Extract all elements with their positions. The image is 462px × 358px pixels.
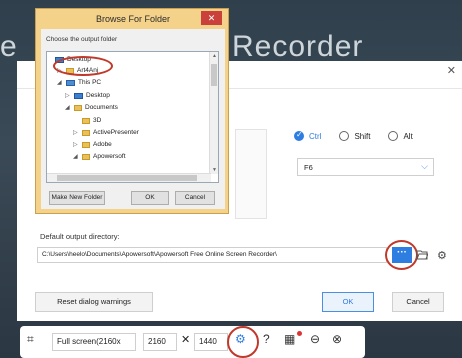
background-title-fragment: e: [0, 30, 17, 63]
modifier-options: Ctrl Shift Alt: [294, 130, 413, 141]
expand-icon[interactable]: ▷: [73, 129, 79, 136]
background-title: Recorder: [232, 30, 364, 63]
capture-mode-select[interactable]: Full screen(2160x: [52, 333, 136, 351]
dialog-prompt: Choose the output folder: [46, 36, 118, 43]
desktop-icon: [74, 92, 83, 99]
horizontal-scrollbar[interactable]: [47, 173, 211, 182]
apps-icon[interactable]: ▦: [284, 332, 295, 346]
tree-item-this-pc[interactable]: ◢ This PC: [57, 79, 101, 86]
collapse-icon[interactable]: ◢: [65, 104, 71, 111]
gear-icon[interactable]: ⚙: [437, 249, 447, 262]
capture-mode-value: Full screen(2160x: [57, 337, 121, 346]
close-icon[interactable]: ⊗: [332, 332, 342, 346]
highlight-ring: [385, 240, 418, 270]
expand-icon[interactable]: ▷: [65, 92, 71, 99]
hotkey-action-list[interactable]: [235, 129, 267, 219]
radio-icon: [388, 131, 399, 141]
tree-item-label: Apowersoft: [93, 153, 126, 160]
make-new-folder-button[interactable]: Make New Folder: [49, 191, 105, 205]
expand-icon[interactable]: ▷: [73, 141, 79, 148]
modifier-shift-label: Shift: [354, 131, 371, 141]
help-icon[interactable]: ?: [263, 332, 270, 346]
scroll-down-icon[interactable]: ▼: [212, 167, 217, 173]
tree-item-adobe[interactable]: ▷ Adobe: [73, 141, 112, 148]
recorder-toolbar: ⌗ Full screen(2160x 2160 ✕ 1440 ⚙ ? ▦ ⊖ …: [20, 326, 365, 358]
tree-item-label: Documents: [85, 104, 118, 111]
radio-icon: [339, 131, 350, 141]
tree-item-label: This PC: [78, 79, 102, 86]
modifier-shift[interactable]: Shift: [339, 131, 370, 141]
highlight-ring: [227, 326, 259, 358]
tree-item-documents[interactable]: ◢ Documents: [65, 104, 118, 111]
tree-item-label: Desktop: [86, 92, 110, 99]
checked-radio-icon: [294, 130, 304, 141]
crosshair-icon[interactable]: ⌗: [27, 332, 34, 347]
folder-icon: [82, 141, 90, 148]
tree-item-label: Adobe: [93, 141, 112, 148]
output-directory-label: Default output directory:: [40, 232, 120, 241]
tree-item-desktop-2[interactable]: ▷ Desktop: [65, 92, 110, 99]
modifier-ctrl[interactable]: Ctrl: [294, 130, 322, 141]
minimize-icon[interactable]: ⊖: [310, 332, 320, 346]
dimension-separator: ✕: [181, 334, 191, 346]
chevron-down-icon: ⌵: [421, 161, 428, 171]
pc-icon: [66, 79, 75, 86]
hotkey-select[interactable]: F6 ⌵: [297, 158, 434, 176]
reset-warnings-button[interactable]: Reset dialog warnings: [35, 292, 153, 312]
open-folder-icon[interactable]: [416, 249, 428, 260]
modifier-alt[interactable]: Alt: [388, 131, 413, 141]
notification-badge: [297, 331, 302, 336]
dialog-close-button[interactable]: ✕: [201, 11, 222, 25]
highlight-ring: [53, 56, 113, 76]
ok-button[interactable]: OK: [322, 292, 374, 312]
scroll-thumb[interactable]: [57, 175, 197, 181]
dialog-cancel-button[interactable]: Cancel: [175, 191, 215, 205]
tree-item-apowersoft[interactable]: ◢ Apowersoft: [73, 153, 126, 160]
close-icon[interactable]: ✕: [447, 64, 456, 77]
cancel-button[interactable]: Cancel: [392, 292, 444, 312]
modifier-ctrl-label: Ctrl: [309, 131, 322, 141]
scroll-thumb[interactable]: [211, 64, 217, 86]
tree-item-label: ActivePresenter: [93, 129, 139, 136]
modifier-alt-label: Alt: [403, 131, 413, 141]
tree-item-label: 3D: [93, 117, 102, 124]
folder-icon: [82, 117, 90, 124]
tree-item-activepresenter[interactable]: ▷ ActivePresenter: [73, 129, 139, 136]
vertical-scrollbar[interactable]: ▲ ▼: [209, 52, 218, 174]
hotkey-value: F6: [304, 162, 313, 172]
tree-item-3d[interactable]: 3D: [73, 117, 101, 124]
folder-icon: [74, 104, 82, 111]
collapse-icon[interactable]: ◢: [57, 79, 63, 86]
dialog-ok-button[interactable]: OK: [131, 191, 169, 205]
height-field[interactable]: 1440: [194, 333, 228, 351]
collapse-icon[interactable]: ◢: [73, 153, 79, 160]
folder-icon: [82, 153, 90, 160]
folder-icon: [82, 129, 90, 136]
width-field[interactable]: 2160: [143, 333, 177, 351]
browse-folder-dialog: Browse For Folder ✕ Choose the output fo…: [35, 8, 229, 214]
dialog-body: Choose the output folder Desktop ▷ Art4A…: [41, 29, 225, 209]
output-path-field[interactable]: C:\Users\heelo\Documents\Apowersoft\Apow…: [37, 247, 387, 263]
scroll-up-icon[interactable]: ▲: [212, 53, 217, 59]
